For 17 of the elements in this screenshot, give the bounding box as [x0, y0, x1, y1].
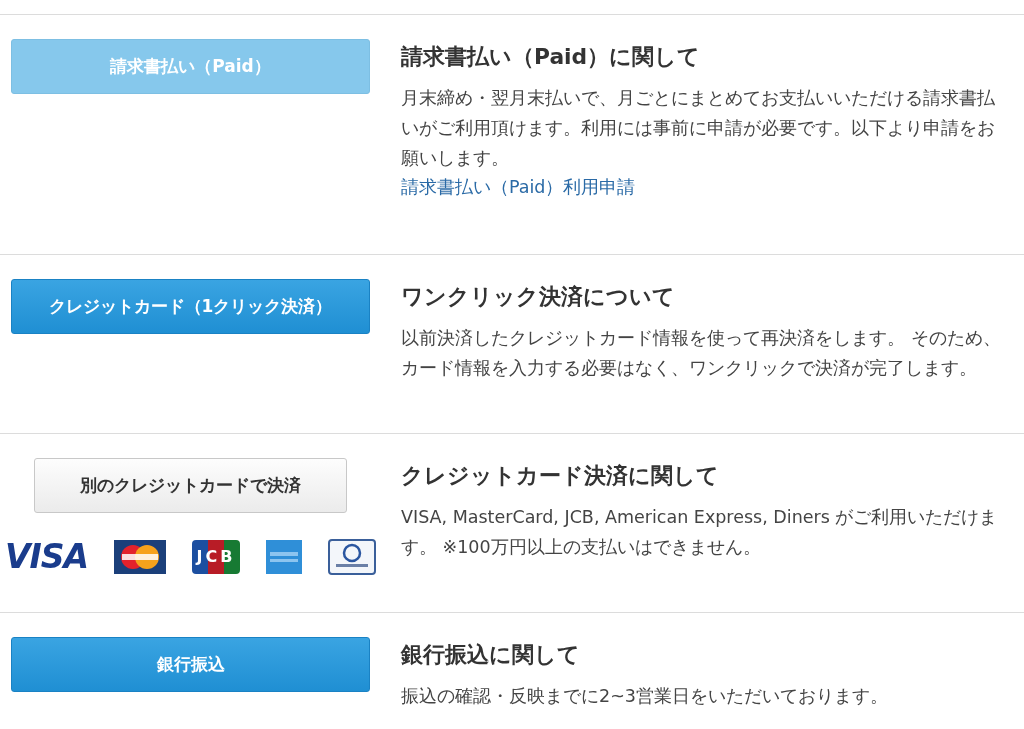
payment-button[interactable]: クレジットカード（1クリック決済）: [11, 279, 370, 334]
section-title: 請求書払い（Paid）に関して: [401, 43, 702, 71]
payment-button[interactable]: 請求書払い（Paid）: [11, 39, 370, 94]
description-text: 振込の確認・反映までに2~3営業日をいただいております。: [401, 685, 889, 708]
section-title: クレジットカード決済に関して: [401, 462, 720, 490]
card-logo-icon: VISA: [5, 537, 89, 576]
section-title: 銀行振込に関して: [401, 641, 581, 669]
payment-button[interactable]: 銀行振込: [11, 637, 370, 692]
card-logo-icon: [328, 538, 376, 575]
apply-link[interactable]: 請求書払い（Paid）利用申請: [401, 177, 636, 197]
section-title: ワンクリック決済について: [401, 283, 676, 311]
card-logo-icon: [266, 539, 303, 574]
description-text: 以前決済したクレジットカード情報を使って再決済をします。 そのため、カード情報を入力する必要はなく、ワンクリックで決済が完了します。: [401, 327, 1002, 380]
description-text: VISA, MasterCard, JCB, American Express, Diners がご利用いただけます。 ※100万円以上の支払いはできません。: [401, 506, 999, 559]
card-logo-icon: [114, 539, 167, 574]
payment-button[interactable]: 別のクレジットカードで決済: [34, 458, 347, 513]
description-text: 月末締め・翌月末払いで、月ごとにまとめてお支払いいただける請求書払いがご利用頂けます。利用には事前に申請が必要です。以下より申請をお願いします。: [401, 87, 996, 170]
